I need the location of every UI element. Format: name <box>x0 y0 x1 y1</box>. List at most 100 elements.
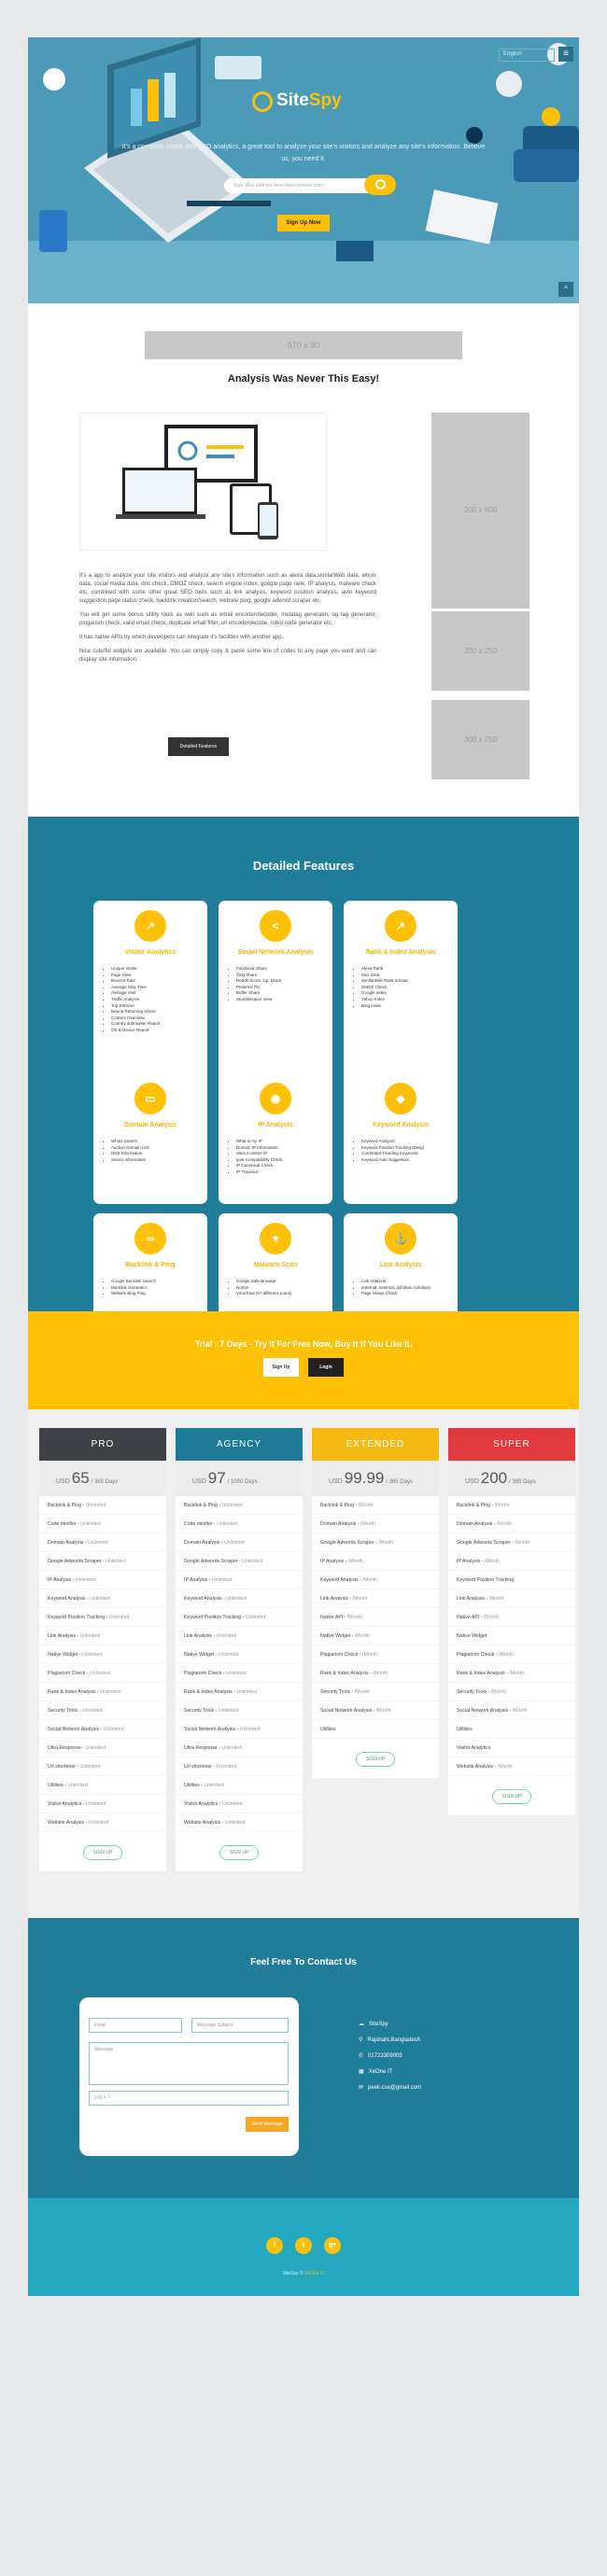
feature-limit: Unlimited <box>79 1633 101 1639</box>
feature-limit: /Month <box>354 1633 370 1639</box>
search-button[interactable] <box>364 175 396 195</box>
subject-field[interactable]: Message Subject <box>191 2018 289 2033</box>
feature-item: Xing Share <box>236 973 329 979</box>
pricing-section: PRO USD 65 / 365 Days Backlink & Ping - Un… <box>28 1409 579 1918</box>
feature-item: Moz Data <box>361 973 454 979</box>
contact-info-row: ☁ SiteSpy <box>359 2021 388 2027</box>
plan-feature-row: Security Tools - /Month <box>312 1683 439 1701</box>
plan-feature-row: Rank & Index Analysis - Unlimited <box>39 1683 166 1701</box>
feature-name: Social Network Analysis <box>48 1727 100 1732</box>
trial-text: Trial : 7 Days - Try If For Free Now, Bu… <box>194 1339 413 1349</box>
ad-side-300x600[interactable]: 300 x 600 <box>431 413 529 609</box>
feature-limit: Unlimited <box>217 1521 237 1527</box>
email-field[interactable]: Email <box>89 2018 182 2033</box>
feature-card: < Social Network Analysis Facebook ShareXi… <box>219 901 332 1087</box>
hero-tagline: It's a complete visitor and SEO analytic… <box>121 144 486 162</box>
plan-feature-row: Rank & Index Analysis - Unlimited <box>176 1683 303 1701</box>
feature-list: Link Analyzer(internal, external, dofoll… <box>357 1279 454 1297</box>
feature-limit: /Month <box>358 1503 374 1508</box>
feature-limit: Unlimited <box>226 1596 247 1602</box>
copyright: SiteSpy © XeOne IT <box>28 2271 579 2276</box>
plan-feature-row: Plagiarism Check - Unlimited <box>176 1664 303 1683</box>
cloud-icon: ☁ <box>359 2022 364 2027</box>
analysis-paragraph: It has native APIs by which developers c… <box>79 635 284 640</box>
plan-feature-row: Backlink & Ping - /Month <box>312 1496 439 1515</box>
feature-name: Ultra Response <box>48 1745 81 1751</box>
send-message-button[interactable]: Send Message <box>246 2117 289 2132</box>
plan-feature-row: IP Analysis - /Month <box>448 1552 575 1571</box>
feature-item: Google Safe Browser <box>236 1279 329 1285</box>
feature-name: Domain Analysis <box>184 1540 220 1546</box>
feature-name: Rank & Index Analysis <box>184 1689 233 1695</box>
feature-item: IP Traceout <box>236 1169 329 1176</box>
feature-item: Website Blog Ping <box>111 1291 204 1297</box>
feature-list: Unique VisitorPage ViewBounce RateAverag… <box>106 966 204 1034</box>
contact-info-text: peeli.cse@gmail.com <box>368 2085 422 2091</box>
ad-side-300x250[interactable]: 300 x 250 <box>431 700 529 779</box>
language-select[interactable]: English <box>499 49 555 62</box>
google-plus-icon[interactable]: g+ <box>324 2237 341 2254</box>
trial-section: Trial : 7 Days - Try If For Free Now, Bu… <box>28 1311 579 1409</box>
share-icon: < <box>260 910 291 942</box>
signup-now-button[interactable]: Sign Up Now <box>277 215 330 231</box>
footer: f t g+ SiteSpy © XeOne IT <box>28 2198 579 2296</box>
plan-signup-button[interactable]: SIGN UP <box>83 1845 122 1860</box>
plan-feature-row: Google Adwords Scraper - /Month <box>312 1533 439 1552</box>
feature-limit: Unlimited <box>85 1801 106 1807</box>
feature-limit: /Month <box>484 1559 500 1564</box>
hamburger-icon[interactable]: ≡ <box>558 47 573 62</box>
trial-login-button[interactable]: Login <box>308 1358 344 1377</box>
captcha-field[interactable]: 2+5 = ? <box>89 2091 289 2106</box>
feature-name: Keyword Position Tracking <box>457 1577 515 1583</box>
analysis-paragraph: It's a app to analyze your site visitors… <box>79 573 376 604</box>
feature-limit: Unlimited <box>216 1764 237 1770</box>
feature-name: Keyword Analysis <box>320 1577 359 1583</box>
plan-feature-row: Url shortener - Unlimited <box>39 1757 166 1776</box>
feature-item: Buffer Share <box>236 990 329 997</box>
pricing-card-agency: AGENCY USD 97 / 1000 Days Backlink & Ping … <box>176 1428 303 1871</box>
feature-limit: /Month <box>497 1764 513 1770</box>
feature-limit: /Month <box>346 1615 362 1620</box>
company-link[interactable]: XeOne IT <box>304 2271 324 2276</box>
feature-limit: /Month <box>494 1503 510 1508</box>
feature-title: Keyword Analysis <box>372 1122 430 1128</box>
twitter-icon[interactable]: t <box>295 2237 312 2254</box>
feature-name: Link Analysis <box>184 1633 212 1639</box>
plan-feature-row: IP Analysis - Unlimited <box>39 1571 166 1589</box>
feature-item: Server Information <box>111 1157 204 1164</box>
plan-feature-row: Ultra Response - Unlimited <box>176 1739 303 1757</box>
plan-signup-button[interactable]: SIGN UP <box>356 1752 395 1767</box>
feature-name: Domain Analysis <box>48 1540 84 1546</box>
facebook-icon[interactable]: f <box>266 2237 283 2254</box>
feature-item: Ipv6 Compatibility Check <box>236 1157 329 1164</box>
scroll-up-icon[interactable]: ^ <box>558 282 573 297</box>
feature-name: Backlink & Ping <box>184 1503 219 1508</box>
feature-card: ↗ Visitor Analytics Unique VisitorPage Vie… <box>93 901 207 1087</box>
feature-item: Unique Visitor <box>111 966 204 973</box>
feature-item: DNS Information <box>111 1151 204 1157</box>
message-field[interactable]: Message <box>89 2042 289 2085</box>
feature-limit: Unlimited <box>90 1671 110 1676</box>
feature-limit: Unlimited <box>221 1745 243 1751</box>
feature-item: SimilarWeb Rank & Data <box>361 978 454 985</box>
ad-side-300x250[interactable]: 300 x 250 <box>431 611 529 691</box>
detailed-features-button[interactable]: Detailed Features <box>168 737 229 756</box>
plan-signup-button[interactable]: SIGN UP <box>492 1789 531 1804</box>
feature-item: Yahoo Index <box>361 997 454 1003</box>
plan-feature-row: Keyword Position Tracking <box>448 1571 575 1589</box>
plan-feature-row: Social Network Analysis - Unlimited <box>176 1720 303 1739</box>
site-logo[interactable]: SiteSpy <box>252 89 355 117</box>
feature-limit: /Month <box>375 1708 391 1714</box>
plan-signup-button[interactable]: SIGN UP <box>219 1845 259 1860</box>
plan-feature-row: Keyword Analysis - Unlimited <box>39 1589 166 1608</box>
trial-signup-button[interactable]: Sign Up <box>263 1358 299 1377</box>
feature-name: Visitor Analytics <box>457 1745 491 1751</box>
feature-item: (internal, external, dofollow, nofollow) <box>361 1285 454 1292</box>
feature-name: Utilities <box>48 1783 64 1788</box>
feature-limit: Unlimited <box>75 1577 96 1583</box>
feature-title: Domain Analysis <box>123 1122 177 1128</box>
search-input[interactable]: Type Web address here (www.domain.com) <box>224 178 383 193</box>
feature-name: Backlink & Ping <box>457 1503 491 1508</box>
analysis-paragraph: Nice cute/ful widgets are available. You… <box>79 649 376 663</box>
ad-banner-top[interactable]: 970 x 90 <box>145 331 462 359</box>
